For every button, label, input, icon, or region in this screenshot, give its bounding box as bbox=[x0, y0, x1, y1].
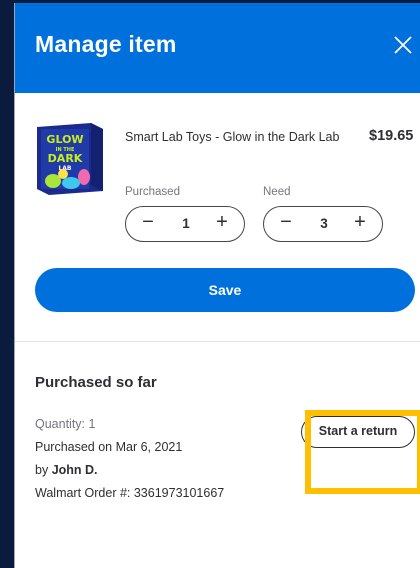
start-return-button[interactable]: Start a return bbox=[301, 416, 415, 448]
purchase-quantity: Quantity: 1 bbox=[35, 417, 96, 431]
save-button[interactable]: Save bbox=[35, 268, 415, 312]
purchased-decrement-button[interactable]: − bbox=[132, 207, 164, 240]
need-label: Need bbox=[263, 186, 291, 198]
purchased-quantity-stepper[interactable]: − 1 + bbox=[125, 206, 245, 242]
need-decrement-button[interactable]: − bbox=[270, 207, 302, 240]
need-increment-button[interactable]: + bbox=[344, 207, 376, 240]
dialog-title: Manage item bbox=[35, 31, 177, 57]
section-divider bbox=[15, 341, 420, 342]
product-box-image: GLOW IN THE DARK LAB bbox=[29, 121, 109, 197]
purchaser-name: John D. bbox=[51, 463, 98, 477]
purchaser-prefix: by bbox=[35, 463, 52, 477]
purchaser: by John D. bbox=[35, 463, 98, 477]
manage-item-dialog: Manage item GLOW IN THE DARK LAB Smart L… bbox=[14, 3, 420, 568]
product-row: GLOW IN THE DARK LAB Smart Lab Toys - Gl… bbox=[15, 93, 420, 253]
svg-text:GLOW: GLOW bbox=[46, 133, 83, 146]
order-number: Walmart Order #: 3361973101667 bbox=[35, 486, 225, 500]
product-name[interactable]: Smart Lab Toys - Glow in the Dark Lab bbox=[125, 130, 339, 144]
purchased-label: Purchased bbox=[125, 186, 180, 198]
purchased-increment-button[interactable]: + bbox=[206, 207, 238, 240]
dialog-header: Manage item bbox=[15, 3, 420, 93]
need-quantity-stepper[interactable]: − 3 + bbox=[263, 206, 383, 242]
need-quantity-value[interactable]: 3 bbox=[304, 207, 344, 240]
purchase-date: Purchased on Mar 6, 2021 bbox=[35, 440, 183, 454]
purchased-so-far-heading: Purchased so far bbox=[35, 374, 157, 391]
close-icon[interactable] bbox=[387, 29, 419, 61]
product-price: $19.65 bbox=[369, 128, 414, 144]
purchased-quantity-value[interactable]: 1 bbox=[166, 207, 206, 240]
svg-text:DARK: DARK bbox=[48, 152, 83, 165]
